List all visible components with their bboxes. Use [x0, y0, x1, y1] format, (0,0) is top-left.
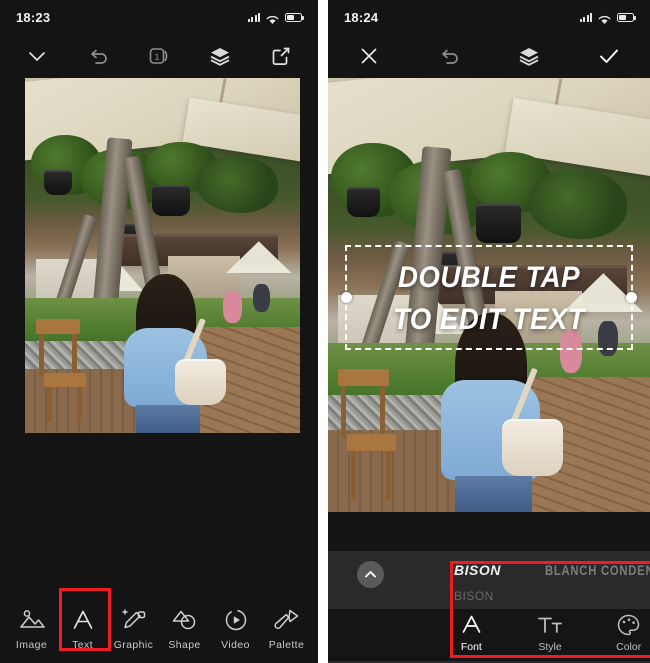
font-option-blanch-condensed[interactable]: BLANCH CONDENSED BY A: [545, 562, 650, 578]
tool-graphic-label: Graphic: [113, 639, 154, 651]
left-canvas-area: [0, 78, 318, 503]
cafe-scene-image: [25, 78, 300, 433]
tool-shape[interactable]: Shape: [159, 608, 210, 651]
sheet-tab-color-label: Color: [616, 641, 642, 653]
signal-bars-icon: [247, 12, 260, 22]
wifi-icon: [266, 12, 279, 24]
sheet-tab-color[interactable]: Color: [607, 613, 650, 653]
tool-palette-label: Palette: [268, 639, 305, 651]
tool-palette[interactable]: Palette: [261, 608, 312, 651]
status-clock: 18:24: [344, 9, 379, 25]
tool-video-label: Video: [221, 639, 250, 651]
text-sheet-tab-row: Font Style Color: [328, 609, 650, 661]
font-list-row-primary: BISON BLANCH CONDENSED BY A: [454, 557, 650, 583]
tool-text-label: Text: [72, 639, 93, 651]
tool-image[interactable]: Image: [6, 608, 57, 651]
sheet-tab-style[interactable]: Style: [529, 613, 572, 653]
left-phone-screen: 18:23 1 Image Text Graphic Shape Video P…: [0, 0, 318, 663]
battery-half-icon: [617, 12, 636, 22]
status-clock: 18:23: [16, 9, 51, 25]
svg-text:1: 1: [154, 52, 159, 62]
status-icon-group: [579, 12, 636, 24]
screenshot-stage: 18:23 1 Image Text Graphic Shape Video P…: [0, 0, 650, 663]
export-button[interactable]: [266, 41, 296, 71]
wifi-icon: [598, 12, 611, 24]
sheet-tab-font[interactable]: Font: [450, 613, 493, 653]
canvas-text-line-1[interactable]: DOUBLE TAP: [341, 258, 637, 298]
left-photo-canvas[interactable]: [25, 78, 300, 433]
status-icon-group: [247, 12, 304, 24]
text-edit-sheet: BISON BLANCH CONDENSED BY A BISON Font S…: [328, 551, 650, 663]
font-list-row-secondary: BISON: [454, 583, 650, 609]
font-preview-label: BISON: [454, 589, 494, 603]
left-status-bar: 18:23: [0, 0, 318, 34]
confirm-button[interactable]: [594, 41, 624, 71]
left-top-toolbar: 1: [0, 34, 318, 78]
collapse-down-button[interactable]: [22, 41, 52, 71]
font-option-bison[interactable]: BISON: [454, 562, 501, 578]
right-status-bar: 18:24: [328, 0, 650, 34]
sheet-tab-font-label: Font: [460, 641, 482, 653]
signal-bars-icon: [579, 12, 592, 22]
right-photo-canvas[interactable]: DOUBLE TAP TO EDIT TEXT: [328, 78, 650, 512]
close-button[interactable]: [354, 41, 384, 71]
layers-button[interactable]: [205, 41, 235, 71]
tool-video[interactable]: Video: [210, 608, 261, 651]
undo-button[interactable]: [83, 41, 113, 71]
undo-button[interactable]: [434, 41, 464, 71]
left-bottom-toolbar: Image Text Graphic Shape Video Palette: [0, 598, 318, 663]
sheet-tab-style-label: Style: [538, 641, 562, 653]
battery-half-icon: [285, 12, 304, 22]
layers-button[interactable]: [514, 41, 544, 71]
canvas-text-line-2[interactable]: TO EDIT TEXT: [341, 300, 637, 340]
right-canvas-area: DOUBLE TAP TO EDIT TEXT: [328, 78, 650, 512]
tool-text[interactable]: Text: [57, 608, 108, 651]
sheet-collapse-button[interactable]: [357, 561, 384, 588]
right-top-toolbar: [328, 34, 650, 78]
tool-graphic[interactable]: Graphic: [108, 608, 159, 651]
editor-tool-row: Image Text Graphic Shape Video Palette: [0, 598, 318, 663]
page-count-button[interactable]: 1: [144, 41, 174, 71]
tool-image-label: Image: [15, 639, 48, 651]
tool-shape-label: Shape: [168, 639, 201, 651]
right-phone-screen: 18:24 DOUBLE TAP TO EDIT TEXT BISON BLAN…: [328, 0, 650, 663]
